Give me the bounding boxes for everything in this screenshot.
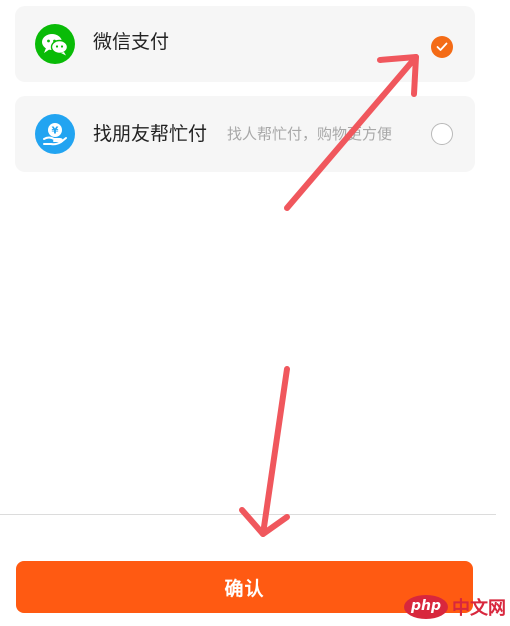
payment-option-label: 找朋友帮忙付	[93, 123, 208, 145]
payment-method-page: 微信支付 ¥ 找朋友帮忙付 找人帮忙付，购物更方便 确认 php 中文网	[0, 0, 510, 626]
payment-option-label: 微信支付	[93, 31, 170, 53]
friend-pay-icon: ¥	[35, 114, 75, 154]
payment-option-sublabel: 找人帮忙付，购物更方便	[227, 125, 393, 143]
radio-unchecked-icon[interactable]	[431, 123, 453, 145]
watermark-logo: php 中文网	[404, 592, 506, 622]
wechat-pay-icon	[35, 24, 75, 64]
payment-option-friend-pay[interactable]: ¥ 找朋友帮忙付 找人帮忙付，购物更方便	[15, 96, 475, 172]
bottom-divider	[0, 514, 496, 515]
watermark-text: 中文网	[452, 598, 506, 619]
svg-text:¥: ¥	[52, 126, 59, 137]
annotation-arrow-down-icon	[239, 366, 290, 537]
annotation-arrows	[239, 54, 419, 537]
watermark-badge: php	[404, 595, 448, 619]
payment-option-wechat[interactable]: 微信支付	[15, 6, 475, 82]
radio-checked-icon[interactable]	[431, 36, 453, 58]
